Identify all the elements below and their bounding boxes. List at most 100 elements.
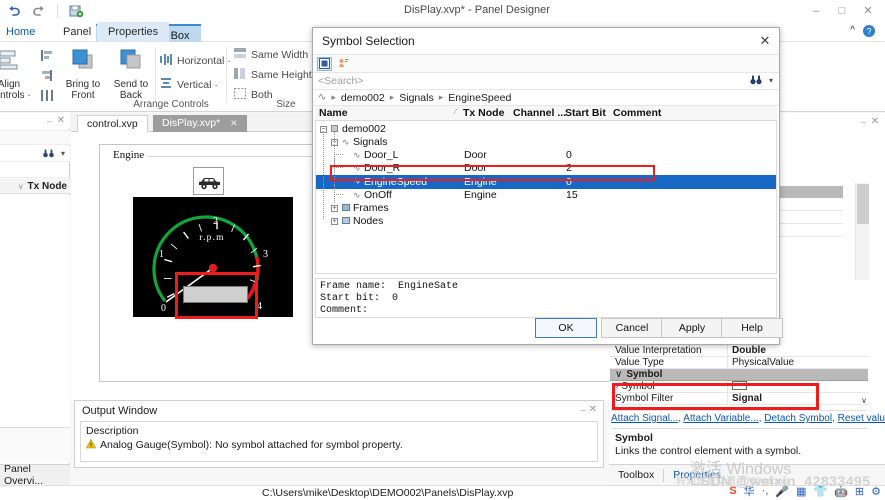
tree-row-nodes-folder[interactable]: + Nodes [316, 215, 776, 228]
close-icon[interactable]: ✕ [871, 116, 879, 127]
tree-trunk-line [323, 131, 324, 219]
tree-row-frames-folder[interactable]: + Frames [316, 202, 776, 215]
expander-plus-icon[interactable]: + [331, 205, 338, 212]
tree-row-signals-folder[interactable]: − ∿ Signals [316, 136, 776, 149]
undo-icon[interactable] [6, 3, 22, 19]
align-controls-button[interactable]: Align Controls · [0, 46, 32, 101]
left-panel-tree[interactable]: › [0, 195, 70, 455]
output-window-header: Output Window – ✕ [75, 401, 603, 420]
output-window-body[interactable]: Description Analog Gauge(Symbol): No sym… [80, 421, 598, 462]
dialog-search-field[interactable]: <Search> ▾ [313, 73, 779, 90]
tab-home[interactable]: Home [0, 22, 46, 42]
ok-button[interactable]: OK [535, 318, 597, 338]
property-category-label: Symbol [626, 369, 663, 380]
binoculars-icon[interactable] [43, 149, 54, 161]
close-icon[interactable]: ✕ [589, 404, 597, 415]
property-value[interactable]: PhysicalValue [728, 357, 868, 368]
scrollbar-thumb[interactable] [857, 184, 869, 224]
symbol-selection-dialog[interactable]: Symbol Selection ✕ <Search> ▾ ∿ ▸ demo00… [312, 27, 783, 345]
reset-values-link[interactable]: Reset values [838, 413, 885, 424]
same-width-button[interactable]: Same Width [234, 48, 308, 62]
tree-view-icon[interactable] [336, 57, 351, 71]
property-category-row-symbol[interactable]: ∨ Symbol [610, 369, 868, 381]
maximize-button[interactable]: □ [829, 2, 855, 20]
property-value[interactable]: Signal [728, 393, 868, 404]
tab-toolbox[interactable]: Toolbox [609, 465, 663, 486]
ribbon-collapse-icon[interactable]: ^ [850, 25, 855, 36]
dialog-symbol-tree[interactable]: − demo002 − ∿ Signals ∿ Door_L Door 0 ∿ … [315, 121, 777, 274]
node-icon [342, 217, 350, 224]
property-value-editor[interactable] [728, 381, 868, 392]
chevron-down-icon[interactable]: ▾ [769, 76, 773, 85]
flat-view-icon[interactable] [317, 56, 332, 71]
binoculars-icon[interactable] [750, 75, 762, 88]
close-icon[interactable]: ✕ [57, 115, 65, 126]
tab-panel-overview[interactable]: Panel Overvi... [0, 463, 70, 487]
tree-row-signal[interactable]: ∿ Door_L Door 0 [316, 145, 776, 162]
pin-icon[interactable]: – [47, 116, 52, 126]
breadcrumb-item-database[interactable]: demo002 [341, 92, 385, 104]
property-grid[interactable]: Value Interpretation Double Value Type P… [610, 345, 868, 405]
same-height-button[interactable]: Same Height [234, 68, 312, 82]
minimize-button[interactable]: – [803, 2, 829, 20]
pin-icon[interactable]: – [580, 405, 585, 415]
tree-row-tx-node: Engine [464, 189, 497, 201]
csdn-watermark: CSDN @weixin_42833495 [690, 473, 871, 489]
send-to-back-button[interactable]: Send to Back [108, 46, 154, 101]
align-center-icon[interactable] [41, 70, 53, 84]
column-header-name[interactable]: Name [319, 107, 348, 119]
tab-properties[interactable]: Properties [97, 22, 170, 42]
tab-panel[interactable]: Panel [52, 22, 102, 42]
help-icon[interactable]: ? [861, 22, 877, 41]
chevron-down-icon[interactable]: ▾ [61, 149, 65, 158]
chevron-down-icon[interactable]: ∨ [615, 369, 622, 380]
tree-row-signal[interactable]: ∿ Door_R Door 2 [316, 158, 776, 175]
close-button[interactable]: ✕ [855, 2, 881, 20]
tree-row-signal-selected[interactable]: ∿ EngineSpeed Engine 0 [316, 171, 776, 189]
align-controls-label-1: Align [0, 79, 21, 90]
redo-icon[interactable] [31, 3, 47, 19]
color-swatch-icon[interactable] [732, 381, 747, 390]
sort-indicator-icon: ∨ [17, 181, 24, 191]
info-start-bit-value: 0 [392, 293, 399, 304]
document-tab-display-xvp[interactable]: DisPlay.xvp* ✕ [153, 115, 247, 132]
tree-row-signal[interactable]: ∿ OnOff Engine 15 [316, 185, 776, 202]
column-header-comment[interactable]: Comment [613, 107, 661, 119]
property-row[interactable]: Value Type PhysicalValue [610, 357, 868, 369]
left-panel-column-header[interactable]: ∨ Tx Node [0, 179, 70, 194]
cancel-button[interactable]: Cancel [601, 318, 663, 338]
left-panel-search[interactable]: ▾ [0, 146, 70, 162]
dialog-close-button[interactable]: ✕ [754, 31, 776, 51]
apply-button[interactable]: Apply [661, 318, 723, 338]
align-left-icon[interactable] [41, 50, 53, 64]
property-grid-scrollbar[interactable] [855, 183, 869, 280]
tree-row-database[interactable]: − demo002 [316, 123, 776, 136]
spacing-vertical-button[interactable]: Vertical · [160, 78, 218, 92]
breadcrumb-item-signals[interactable]: Signals [399, 92, 433, 104]
attach-signal-link[interactable]: Attach Signal... [611, 413, 678, 424]
expander-plus-icon[interactable]: + [331, 218, 338, 225]
property-value[interactable]: Double [728, 345, 868, 356]
column-header-tx-node[interactable]: Tx Node [463, 107, 504, 119]
left-panel-column-label: Tx Node [27, 180, 67, 192]
picture-control[interactable] [193, 167, 224, 195]
bring-to-front-button[interactable]: Bring to Front [60, 46, 106, 101]
column-header-channel[interactable]: Channel ... [513, 107, 566, 119]
property-row-symbol[interactable]: › Symbol [610, 381, 868, 393]
spacing-horizontal-button[interactable]: Horizontal · [160, 54, 231, 68]
property-row-symbol-filter[interactable]: Symbol Filter Signal [610, 393, 868, 405]
save-as-icon[interactable] [68, 3, 84, 19]
help-button[interactable]: Help [721, 318, 783, 338]
scroll-down-icon[interactable]: ∨ [861, 396, 867, 405]
attach-variable-link[interactable]: Attach Variable... [683, 413, 758, 424]
ime-settings-icon[interactable]: ⚙ [871, 485, 881, 498]
breadcrumb-item-signal[interactable]: EngineSpeed [448, 92, 511, 104]
chevron-right-icon[interactable]: › [615, 381, 618, 392]
property-row[interactable]: Value Interpretation Double [610, 345, 868, 357]
close-icon[interactable]: ✕ [230, 118, 238, 128]
detach-symbol-link[interactable]: Detach Symbol [764, 413, 832, 424]
pin-icon[interactable]: – [861, 117, 866, 127]
document-tab-control-xvp[interactable]: control.xvp [77, 115, 148, 132]
spacing-vertical-label: Vertical · [177, 79, 218, 91]
column-header-start-bit[interactable]: Start Bit [565, 107, 606, 119]
